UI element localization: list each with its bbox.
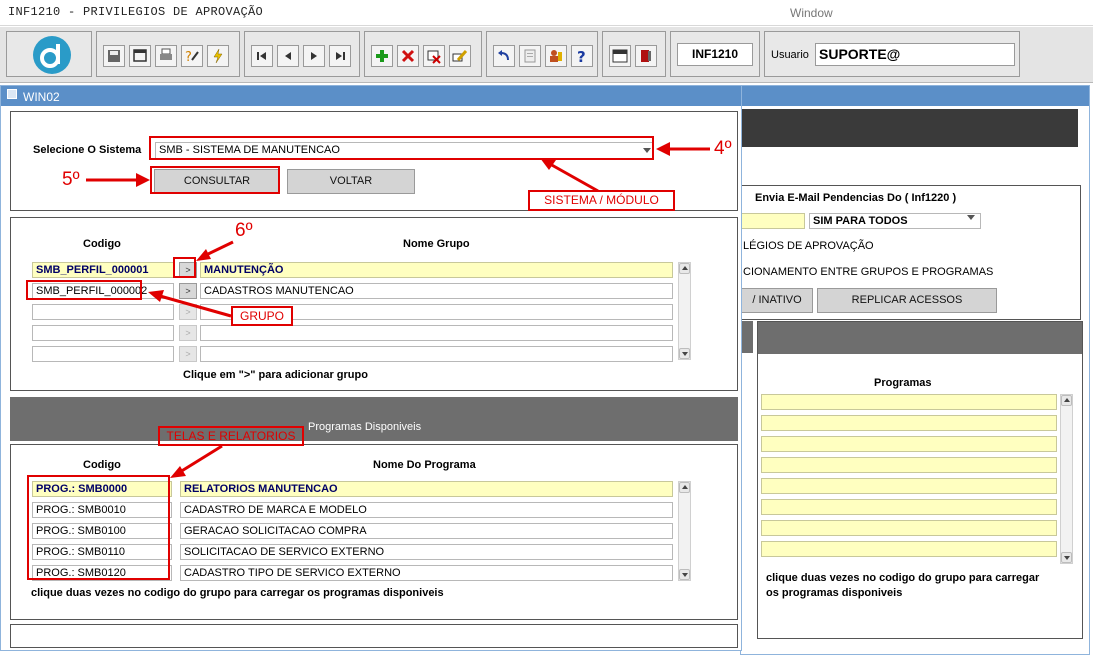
- step5-annotation: 5º: [62, 169, 80, 190]
- program-codes-highlight-box: [27, 475, 170, 580]
- step6-annotation: 6º: [235, 220, 253, 241]
- group-code-highlight-box: [26, 280, 142, 300]
- add-group-highlight-box: [173, 257, 196, 278]
- telas-relatorios-label: TELAS E RELATORIOS: [158, 426, 304, 446]
- step4-annotation: 4º: [714, 138, 732, 159]
- sistema-modulo-label: SISTEMA / MÓDULO: [528, 190, 675, 211]
- grupo-label: GRUPO: [231, 306, 293, 326]
- consultar-highlight-box: [150, 166, 280, 194]
